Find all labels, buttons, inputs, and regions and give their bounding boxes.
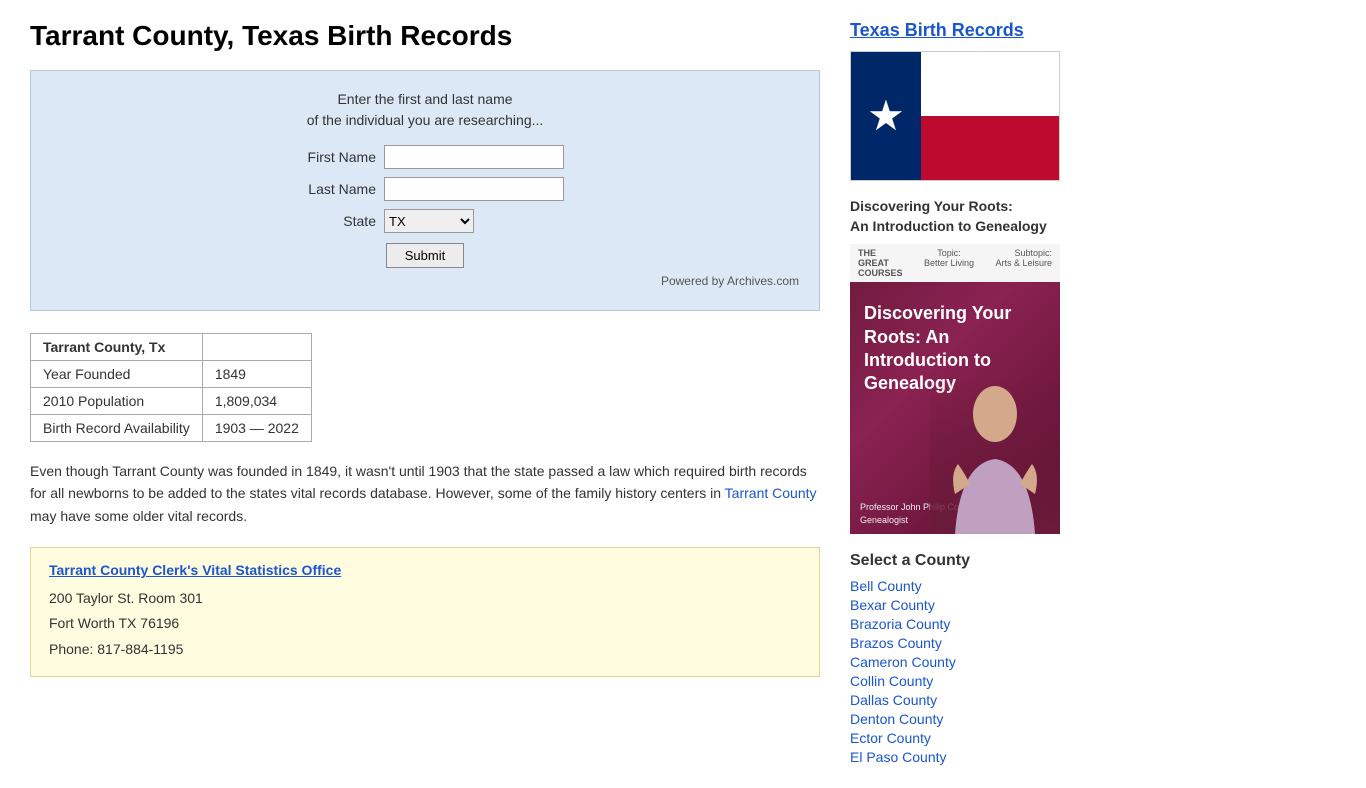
submit-row: Submit (286, 243, 564, 268)
county-header: Tarrant County, Tx (31, 334, 203, 361)
state-row: State TX AL AK AZ (286, 209, 564, 233)
list-item: El Paso County (850, 749, 1160, 765)
list-item: Bell County (850, 578, 1160, 594)
list-item: Collin County (850, 673, 1160, 689)
row-value: 1,809,034 (202, 388, 311, 415)
list-item: Ector County (850, 730, 1160, 746)
page-title: Tarrant County, Texas Birth Records (30, 20, 820, 52)
row-label: Birth Record Availability (31, 415, 203, 442)
sidebar: Texas Birth Records ★ Discovering Your R… (850, 20, 1160, 768)
list-item: Cameron County (850, 654, 1160, 670)
table-row: Birth Record Availability1903 — 2022 (31, 415, 312, 442)
county-link[interactable]: El Paso County (850, 749, 947, 765)
info-table: Tarrant County, Tx Year Founded18492010 … (30, 333, 312, 442)
search-form: First Name Last Name State TX AL AK AZ (286, 145, 564, 268)
state-select[interactable]: TX AL AK AZ (384, 209, 474, 233)
first-name-label: First Name (286, 149, 376, 165)
book-topic: Topic:Better Living (924, 248, 974, 278)
last-name-label: Last Name (286, 181, 376, 197)
first-name-input[interactable] (384, 145, 564, 169)
genealogy-section: Discovering Your Roots: An Introduction … (850, 197, 1160, 534)
search-box: Enter the first and last name of the ind… (30, 70, 820, 311)
state-label: State (286, 213, 376, 229)
tarrant-county-link[interactable]: Tarrant County (725, 485, 817, 501)
main-content: Tarrant County, Texas Birth Records Ente… (30, 20, 820, 768)
county-link[interactable]: Bexar County (850, 597, 935, 613)
county-link[interactable]: Denton County (850, 711, 943, 727)
county-link[interactable]: Cameron County (850, 654, 956, 670)
flag-star: ★ (867, 95, 905, 137)
office-address-line2: Fort Worth TX 76196 (49, 611, 801, 636)
county-link[interactable]: Collin County (850, 673, 933, 689)
office-name-link[interactable]: Tarrant County Clerk's Vital Statistics … (49, 562, 341, 578)
office-address: 200 Taylor St. Room 301 Fort Worth TX 76… (49, 586, 801, 662)
last-name-input[interactable] (384, 177, 564, 201)
flag-blue-stripe: ★ (851, 52, 921, 180)
office-phone: Phone: 817-884-1195 (49, 637, 801, 662)
row-label: Year Founded (31, 361, 203, 388)
row-value: 1849 (202, 361, 311, 388)
last-name-row: Last Name (286, 177, 564, 201)
table-row: 2010 Population1,809,034 (31, 388, 312, 415)
list-item: Denton County (850, 711, 1160, 727)
list-item: Brazoria County (850, 616, 1160, 632)
row-label: 2010 Population (31, 388, 203, 415)
texas-birth-records-link[interactable]: Texas Birth Records (850, 20, 1160, 41)
table-row: Year Founded1849 (31, 361, 312, 388)
genealogy-book-cover[interactable]: THEGREATCOURSES Topic:Better Living Subt… (850, 244, 1060, 534)
genealogy-title: Discovering Your Roots: An Introduction … (850, 197, 1160, 236)
search-instruction: Enter the first and last name of the ind… (51, 89, 799, 131)
county-link[interactable]: Dallas County (850, 692, 937, 708)
book-top-bar: THEGREATCOURSES Topic:Better Living Subt… (850, 244, 1060, 282)
flag-red-stripe (921, 116, 1059, 180)
list-item: Dallas County (850, 692, 1160, 708)
county-link[interactable]: Ector County (850, 730, 931, 746)
texas-flag: ★ (850, 51, 1060, 181)
powered-by: Powered by Archives.com (51, 274, 799, 288)
county-link[interactable]: Bell County (850, 578, 922, 594)
book-person-image (930, 374, 1060, 534)
list-item: Bexar County (850, 597, 1160, 613)
book-subtopic: Subtopic:Arts & Leisure (995, 248, 1052, 278)
county-link[interactable]: Brazos County (850, 635, 942, 651)
office-address-line1: 200 Taylor St. Room 301 (49, 586, 801, 611)
description-text: Even though Tarrant County was founded i… (30, 460, 820, 527)
county-section: Select a County Bell CountyBexar CountyB… (850, 552, 1160, 765)
county-list: Bell County Bexar County Brazoria County Br… (850, 578, 1160, 765)
submit-button[interactable]: Submit (386, 243, 464, 268)
flag-right-stripes (921, 52, 1059, 180)
county-section-title: Select a County (850, 552, 1160, 570)
book-brand: THEGREATCOURSES (858, 248, 903, 278)
first-name-row: First Name (286, 145, 564, 169)
flag-white-stripe (921, 52, 1059, 116)
row-value: 1903 — 2022 (202, 415, 311, 442)
county-link[interactable]: Brazoria County (850, 616, 950, 632)
office-card: Tarrant County Clerk's Vital Statistics … (30, 547, 820, 677)
list-item: Brazos County (850, 635, 1160, 651)
